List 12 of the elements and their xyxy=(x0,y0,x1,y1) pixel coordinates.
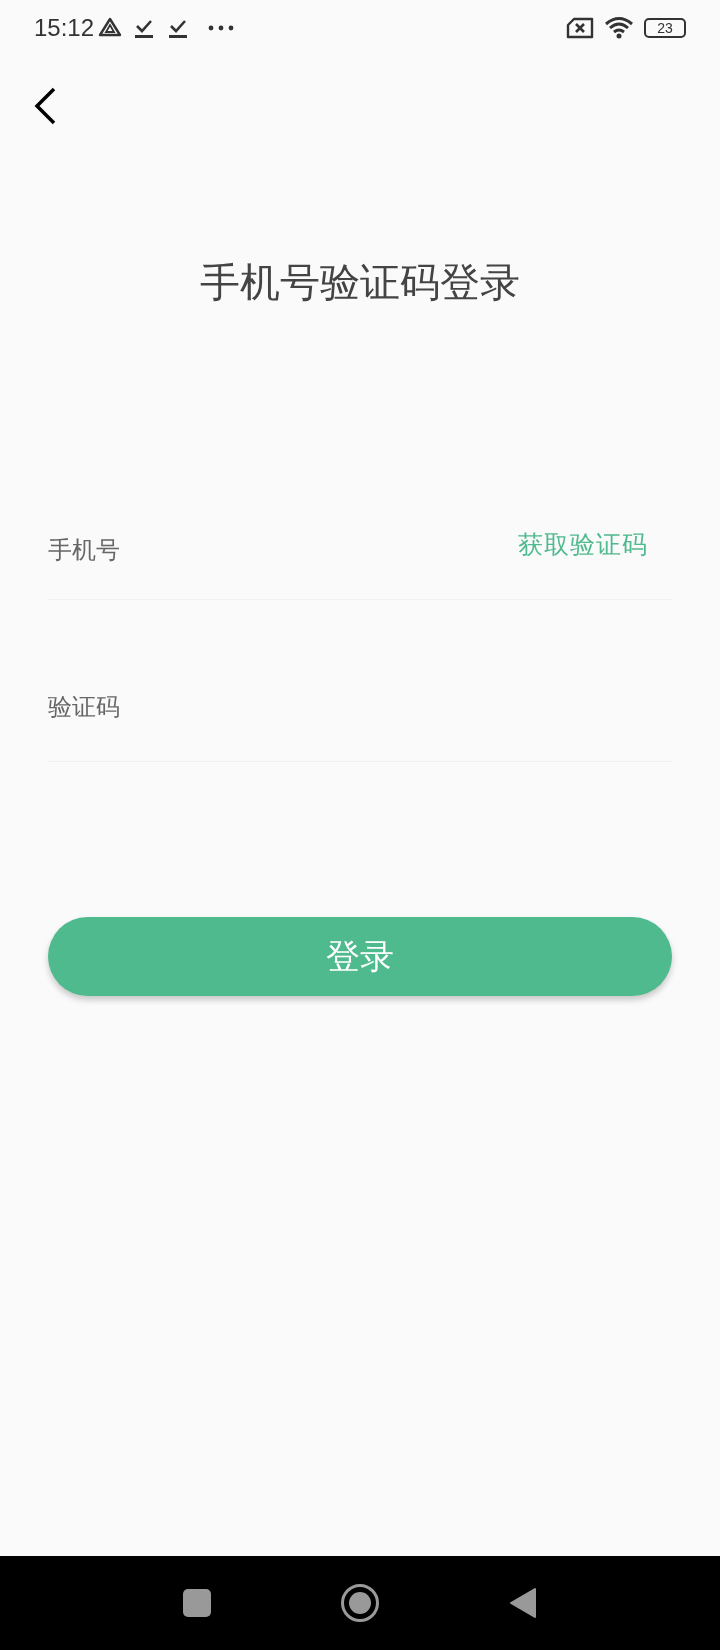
get-code-button[interactable]: 获取验证码 xyxy=(518,526,648,564)
battery-icon: 23 xyxy=(644,18,686,38)
no-sim-icon xyxy=(566,17,594,39)
status-time: 15:12 xyxy=(34,13,95,43)
wifi-icon xyxy=(604,16,634,40)
back-nav-button[interactable] xyxy=(509,1587,537,1619)
recents-button[interactable] xyxy=(183,1589,211,1617)
login-button[interactable]: 登录 xyxy=(48,917,672,996)
home-button[interactable] xyxy=(341,1584,379,1622)
page-title: 手机号验证码登录 xyxy=(200,262,520,302)
code-input-field[interactable]: 验证码 xyxy=(48,689,672,725)
more-icon xyxy=(208,25,235,31)
